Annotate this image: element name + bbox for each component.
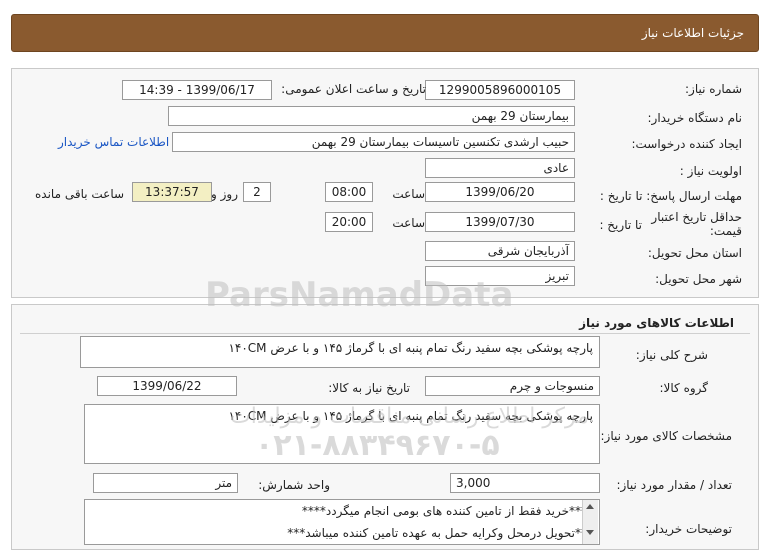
buyer-notes-scrollbar[interactable]	[582, 500, 598, 544]
reply-time-label: ساعت	[392, 187, 425, 201]
day-and-label: روز و	[211, 187, 238, 201]
qty-field: 3,000	[450, 473, 600, 493]
province-field: آذربایجان شرقی	[425, 241, 575, 261]
validity-until-label: تا تاریخ :	[599, 218, 642, 232]
city-label: شهر محل تحویل:	[655, 272, 742, 286]
requester-label: ایجاد کننده درخواست:	[631, 137, 742, 151]
need-date-field: 1399/06/22	[97, 376, 237, 396]
need-details-panel	[11, 68, 759, 298]
remaining-label: ساعت باقی مانده	[35, 187, 125, 201]
goods-section-title: اطلاعات کالاهای مورد نیاز	[579, 316, 734, 330]
reply-date-field: 1399/06/20	[425, 182, 575, 202]
goods-section-divider	[20, 333, 750, 334]
city-field: تبریز	[425, 266, 575, 286]
goods-group-label: گروه کالا:	[659, 381, 709, 395]
qty-label: تعداد / مقدار مورد نیاز:	[616, 478, 732, 492]
validity-time-label: ساعت	[392, 216, 425, 230]
province-label: استان محل تحویل:	[647, 246, 742, 260]
unit-label: واحد شمارش:	[258, 478, 330, 492]
page-title: جزئیات اطلاعات نیاز	[641, 26, 744, 40]
validity-time-field: 20:00	[325, 212, 373, 232]
need-number-label: شماره نیاز:	[685, 82, 742, 96]
unit-field: متر	[93, 473, 238, 493]
page-header: جزئیات اطلاعات نیاز	[11, 14, 759, 52]
announce-datetime-label: تاریخ و ساعت اعلان عمومی:	[281, 82, 426, 96]
validity-date-field: 1399/07/30	[425, 212, 575, 232]
general-desc-label: شرح کلی نیاز:	[635, 348, 708, 362]
reply-deadline-label: مهلت ارسال پاسخ: تا تاریخ :	[599, 189, 742, 203]
spec-label: مشخصات کالای مورد نیاز:	[600, 429, 732, 443]
buyer-contact-link[interactable]: اطلاعات تماس خریدار	[58, 135, 169, 149]
buyer-org-label: نام دستگاه خریدار:	[647, 111, 743, 125]
buyer-note-line: ****خرید فقط از تامین کننده های بومی انج…	[301, 504, 593, 518]
announce-datetime-field: 1399/06/17 - 14:39	[122, 80, 272, 100]
scroll-up-icon[interactable]	[586, 504, 594, 509]
buyer-notes-field: ****خرید فقط از تامین کننده های بومی انج…	[84, 499, 600, 545]
need-number-field: 1299005896000105	[425, 80, 575, 100]
price-validity-label: حداقل تاریخ اعتبار قیمت:	[651, 210, 742, 238]
days-remaining-field: 2	[243, 182, 271, 202]
priority-field: عادی	[425, 158, 575, 178]
remaining-time-field: 13:37:57	[132, 182, 212, 202]
goods-group-field: منسوجات و چرم	[425, 376, 600, 396]
scroll-down-icon[interactable]	[586, 530, 594, 535]
buyer-note-line: ***تحویل درمحل وکرایه حمل به عهده تامین …	[287, 526, 593, 540]
requester-field: حبیب ارشدی تکنسین تاسیسات بیمارستان 29 ب…	[172, 132, 575, 152]
priority-label: اولویت نیاز :	[679, 164, 742, 178]
buyer-notes-label: توضیحات خریدار:	[645, 522, 732, 536]
reply-time-field: 08:00	[325, 182, 373, 202]
need-date-label: تاریخ نیاز به کالا:	[328, 381, 410, 395]
buyer-org-field: بیمارستان 29 بهمن	[168, 106, 575, 126]
spec-field: پارچه پوشکی بچه سفید رنگ تمام پنبه ای با…	[84, 404, 600, 464]
general-desc-field: پارچه پوشکی بچه سفید رنگ تمام پنبه ای با…	[80, 336, 600, 368]
